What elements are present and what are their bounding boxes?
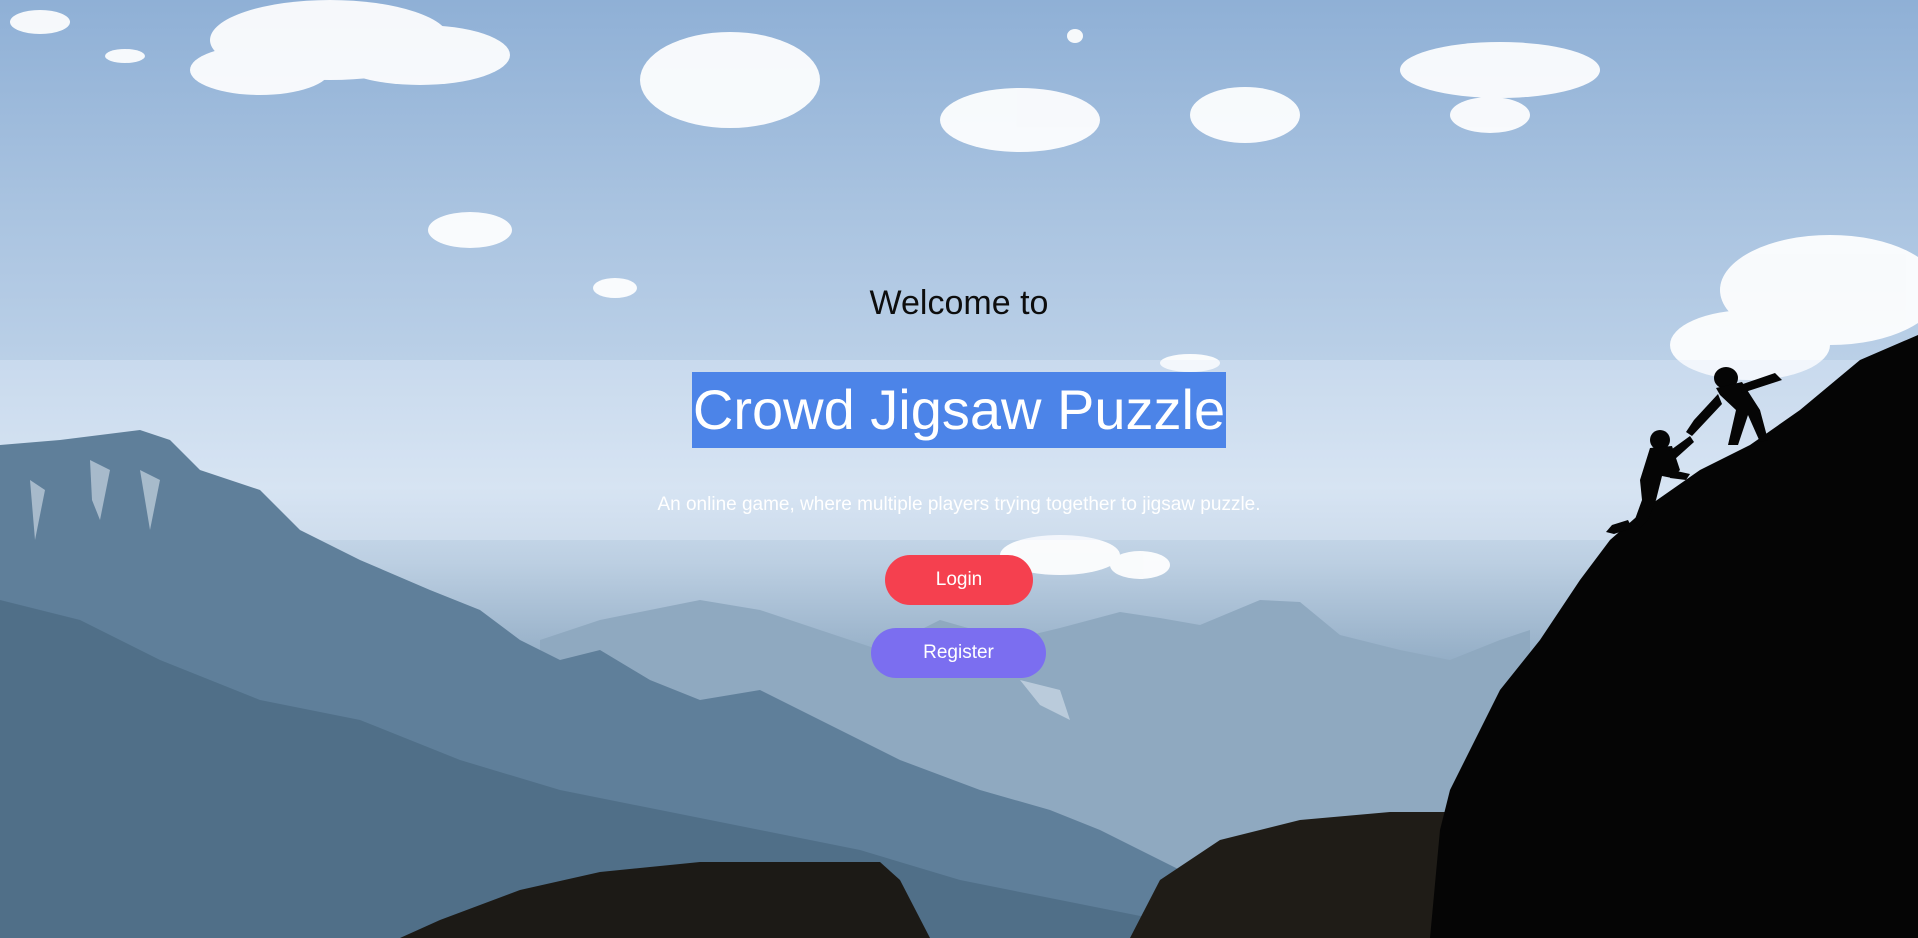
landing-page: Welcome to Crowd Jigsaw Puzzle An online… xyxy=(0,0,1918,938)
login-button[interactable]: Login xyxy=(885,555,1033,605)
tagline: An online game, where multiple players t… xyxy=(657,494,1261,515)
hero-section: Welcome to Crowd Jigsaw Puzzle An online… xyxy=(0,0,1918,938)
register-button[interactable]: Register xyxy=(871,628,1046,678)
title-wrapper: Crowd Jigsaw Puzzle xyxy=(0,372,1918,448)
welcome-heading: Welcome to xyxy=(869,284,1049,322)
app-title: Crowd Jigsaw Puzzle xyxy=(691,372,1227,448)
